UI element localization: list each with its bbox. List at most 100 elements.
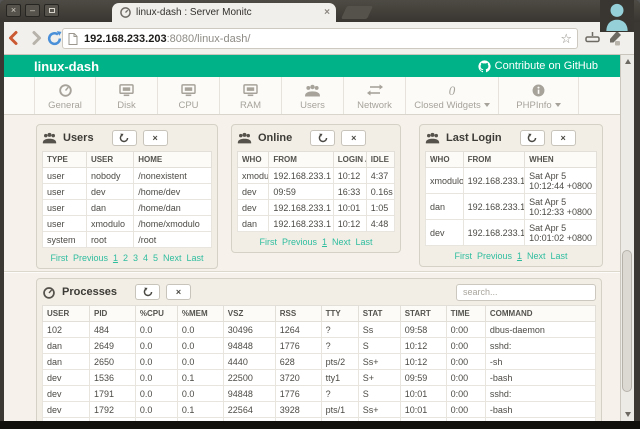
window-minimize-button[interactable]: – (25, 4, 40, 17)
extension-tray-icon[interactable] (585, 31, 603, 49)
column-header: START (400, 306, 446, 322)
monitor-icon (243, 83, 258, 98)
table-cell: 0.0 (135, 354, 177, 370)
column-header: %CPU (135, 306, 177, 322)
table-cell: pts/2 (321, 354, 358, 370)
table-row: dev17910.00.0948481776?S10:010:00sshd: (43, 386, 596, 402)
monitor-icon (119, 83, 134, 98)
window-maximize-button[interactable] (44, 4, 59, 17)
tab-close-icon[interactable]: × (324, 7, 330, 18)
pagination-link[interactable]: Next (527, 251, 546, 261)
widget-header: Last Login × (425, 128, 597, 148)
table-cell: user (43, 216, 87, 232)
close-widget-button[interactable]: × (341, 130, 366, 146)
toolbar-item-cpu[interactable]: CPU (158, 77, 220, 114)
pagination-link[interactable]: 1 (322, 237, 327, 247)
toolbar-item-general[interactable]: General (34, 77, 96, 114)
toolbar-item-closed-widgets[interactable]: 0 Closed Widgets (406, 77, 499, 114)
pagination-link[interactable]: First (454, 251, 472, 261)
scroll-up-icon[interactable] (621, 55, 635, 68)
search-input[interactable] (456, 284, 596, 301)
widget-title: Users (63, 132, 94, 144)
pagination-link[interactable]: Previous (282, 237, 317, 247)
toolbar-item-users[interactable]: Users (282, 77, 344, 114)
pagination-link[interactable]: Next (332, 237, 351, 247)
chevron-down-icon (555, 103, 561, 107)
pagination-link[interactable]: Last (187, 253, 204, 263)
refresh-button[interactable] (310, 130, 335, 146)
table-cell: 10:12 (333, 168, 366, 184)
table-cell: 0.0 (177, 354, 223, 370)
table-cell: 192.168.233.1 (463, 220, 525, 246)
pagination-link[interactable]: Next (163, 253, 182, 263)
close-widget-button[interactable]: × (551, 130, 576, 146)
pagination-link[interactable]: 3 (133, 253, 138, 263)
table-cell: dan (238, 216, 269, 232)
column-header: PID (90, 306, 136, 322)
table-cell: user (43, 184, 87, 200)
pagination-link[interactable]: 5 (153, 253, 158, 263)
refresh-button[interactable] (135, 284, 160, 300)
pagination-link[interactable]: 1 (113, 253, 118, 263)
app-toolbar: General Disk CPU RAM (4, 77, 620, 115)
new-tab-button[interactable] (341, 6, 373, 19)
github-link[interactable]: Contribute on GitHub (478, 60, 598, 73)
table-cell: 0.0 (135, 386, 177, 402)
toolbar-item-ram[interactable]: RAM (220, 77, 282, 114)
scroll-down-icon[interactable] (621, 408, 635, 421)
window-close-button[interactable]: × (6, 4, 21, 17)
table-cell: 10:12 (400, 354, 446, 370)
refresh-button[interactable] (112, 130, 137, 146)
table-header-row: WHOFROMLOGIN ATIDLE (238, 152, 395, 168)
table-row: xmodulo192.168.233.110:124:37 (238, 168, 395, 184)
pagination-link[interactable]: Previous (73, 253, 108, 263)
table-cell: ? (321, 338, 358, 354)
forward-button-icon[interactable] (28, 30, 46, 48)
info-icon (532, 83, 545, 98)
pagination-link[interactable]: Last (551, 251, 568, 261)
table-row: dev192.168.233.110:011:05 (238, 200, 395, 216)
pagination-link[interactable]: Previous (477, 251, 512, 261)
toolbar-item-label: Closed Widgets (414, 100, 481, 111)
table-cell: /home/dev (134, 184, 212, 200)
url-path: :8080/linux-dash/ (167, 33, 251, 45)
refresh-button[interactable] (520, 130, 545, 146)
table-cell: 10:01 (333, 200, 366, 216)
pagination: First Previous 1 Next Last (425, 251, 597, 261)
column-header: HOME (134, 152, 212, 168)
profile-avatar-icon[interactable] (604, 1, 634, 33)
bookmark-star-icon[interactable]: ☆ (560, 32, 572, 45)
table-cell: dan (86, 200, 133, 216)
back-button-icon[interactable] (6, 30, 24, 48)
toolbar-item-phpinfo[interactable]: PHPInfo (499, 77, 579, 114)
table-cell: 10:12 (400, 338, 446, 354)
table-cell: 94848 (223, 338, 275, 354)
table-cell: 102 (43, 322, 90, 338)
toolbar-item-network[interactable]: Network (344, 77, 406, 114)
pagination-link[interactable]: 1 (517, 251, 522, 261)
table-row: dev15360.00.1225003720tty1S+09:590:00-ba… (43, 370, 596, 386)
table-header-row: WHOFROMWHEN (426, 152, 597, 168)
github-link-label: Contribute on GitHub (495, 60, 598, 72)
toolbar-item-label: RAM (240, 100, 261, 111)
pagination-link[interactable]: First (50, 253, 68, 263)
url-bar[interactable]: 192.168.233.203:8080/linux-dash/ ☆ (62, 28, 578, 49)
toolbar-item-disk[interactable]: Disk (96, 77, 158, 114)
toolbar-item-label: Disk (117, 100, 135, 111)
window-frame (634, 22, 640, 421)
table-cell: 4:48 (366, 216, 394, 232)
table-cell: user (43, 168, 87, 184)
scrollbar-thumb[interactable] (622, 250, 632, 392)
close-widget-button[interactable]: × (143, 130, 168, 146)
table-cell: 94848 (223, 386, 275, 402)
close-widget-button[interactable]: × (166, 284, 191, 300)
table-cell: 0.0 (177, 338, 223, 354)
pagination-link[interactable]: Last (356, 237, 373, 247)
widget-header: Online × (237, 128, 395, 148)
pagination-link[interactable]: 4 (143, 253, 148, 263)
browser-tab[interactable]: linux-dash : Server Monitc × (112, 3, 336, 22)
table-cell: 0.16s (366, 184, 394, 200)
browser-scrollbar[interactable] (620, 55, 634, 421)
pagination-link[interactable]: First (259, 237, 277, 247)
pagination-link[interactable]: 2 (123, 253, 128, 263)
